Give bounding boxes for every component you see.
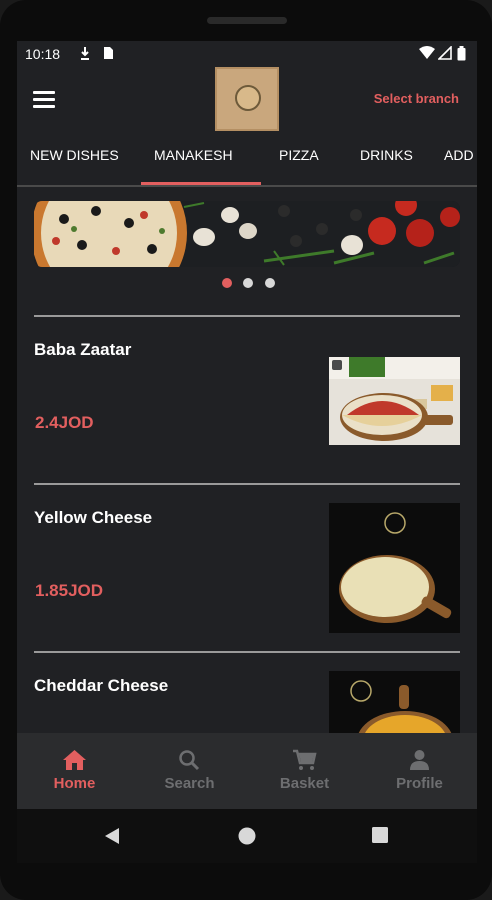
- home-icon: [63, 750, 86, 770]
- menu-bar: [33, 98, 55, 101]
- category-tabs: NEW DISHES MANAKESH PIZZA DRINKS ADD: [17, 143, 477, 185]
- battery-icon: [457, 46, 466, 61]
- app-header: Select branch: [17, 67, 477, 143]
- tabs-divider: [17, 185, 477, 187]
- system-navigation-bar: [17, 809, 477, 863]
- promo-banner[interactable]: [34, 201, 460, 267]
- nav-home-label: Home: [53, 775, 96, 792]
- banner-dot-2[interactable]: [243, 278, 254, 288]
- product-list: Baba Zaatar 2.4JOD Yellow Cheese 1.85JOD…: [17, 313, 477, 733]
- search-icon: [179, 750, 200, 771]
- select-branch-link[interactable]: Select branch: [374, 91, 459, 106]
- product-image: [329, 503, 460, 633]
- product-price: 2.4JOD: [35, 413, 94, 432]
- wifi-icon: [419, 46, 435, 59]
- nav-profile-label: Profile: [396, 775, 443, 792]
- menu-bar: [33, 105, 55, 108]
- home-circle-icon[interactable]: [238, 827, 256, 845]
- product-name: Baba Zaatar: [34, 340, 132, 359]
- sim-card-icon: [104, 47, 113, 59]
- nav-profile[interactable]: Profile: [362, 733, 477, 809]
- product-image: [329, 671, 460, 733]
- banner-image: [34, 201, 460, 267]
- tab-new-dishes[interactable]: NEW DISHES: [30, 147, 119, 163]
- banner-dot-1[interactable]: [222, 278, 232, 288]
- product-item[interactable]: Baba Zaatar 2.4JOD: [34, 317, 460, 467]
- nav-search[interactable]: Search: [132, 733, 247, 809]
- logo-emblem: [235, 85, 261, 111]
- app-screen: 10:18 Select branch NEW DISHES MANAKESH …: [17, 41, 477, 863]
- tab-manakesh[interactable]: MANAKESH: [154, 147, 233, 163]
- product-name: Yellow Cheese: [34, 508, 153, 527]
- person-icon: [410, 750, 429, 770]
- bottom-navigation: Home Search Basket Profile: [17, 733, 477, 809]
- nav-basket-label: Basket: [279, 775, 330, 792]
- banner-dot-3[interactable]: [264, 278, 275, 288]
- recents-icon[interactable]: [372, 827, 388, 843]
- status-time: 10:18: [25, 46, 61, 62]
- back-icon[interactable]: [103, 827, 121, 845]
- download-notification-icon: [81, 47, 89, 60]
- earpiece-speaker: [207, 17, 287, 24]
- phone-frame: 10:18 Select branch NEW DISHES MANAKESH …: [0, 0, 492, 900]
- nav-basket[interactable]: Basket: [247, 733, 362, 809]
- menu-bar: [33, 91, 55, 94]
- banner-pagination: [222, 275, 282, 288]
- nav-home[interactable]: Home: [17, 733, 132, 809]
- product-item[interactable]: Yellow Cheese 1.85JOD: [34, 485, 460, 635]
- tab-drinks[interactable]: DRINKS: [360, 147, 413, 163]
- nav-search-label: Search: [164, 775, 215, 792]
- cart-icon: [293, 749, 317, 770]
- product-image: [329, 357, 460, 445]
- menu-button[interactable]: [33, 91, 55, 109]
- cell-signal-icon: [438, 46, 452, 60]
- product-price: 1.85JOD: [35, 581, 104, 600]
- product-item[interactable]: Cheddar Cheese: [34, 653, 460, 733]
- status-bar: 10:18: [17, 41, 477, 67]
- tab-add[interactable]: ADD: [444, 147, 474, 163]
- tab-pizza[interactable]: PIZZA: [279, 147, 319, 163]
- product-name: Cheddar Cheese: [34, 676, 169, 695]
- restaurant-logo: [215, 67, 279, 131]
